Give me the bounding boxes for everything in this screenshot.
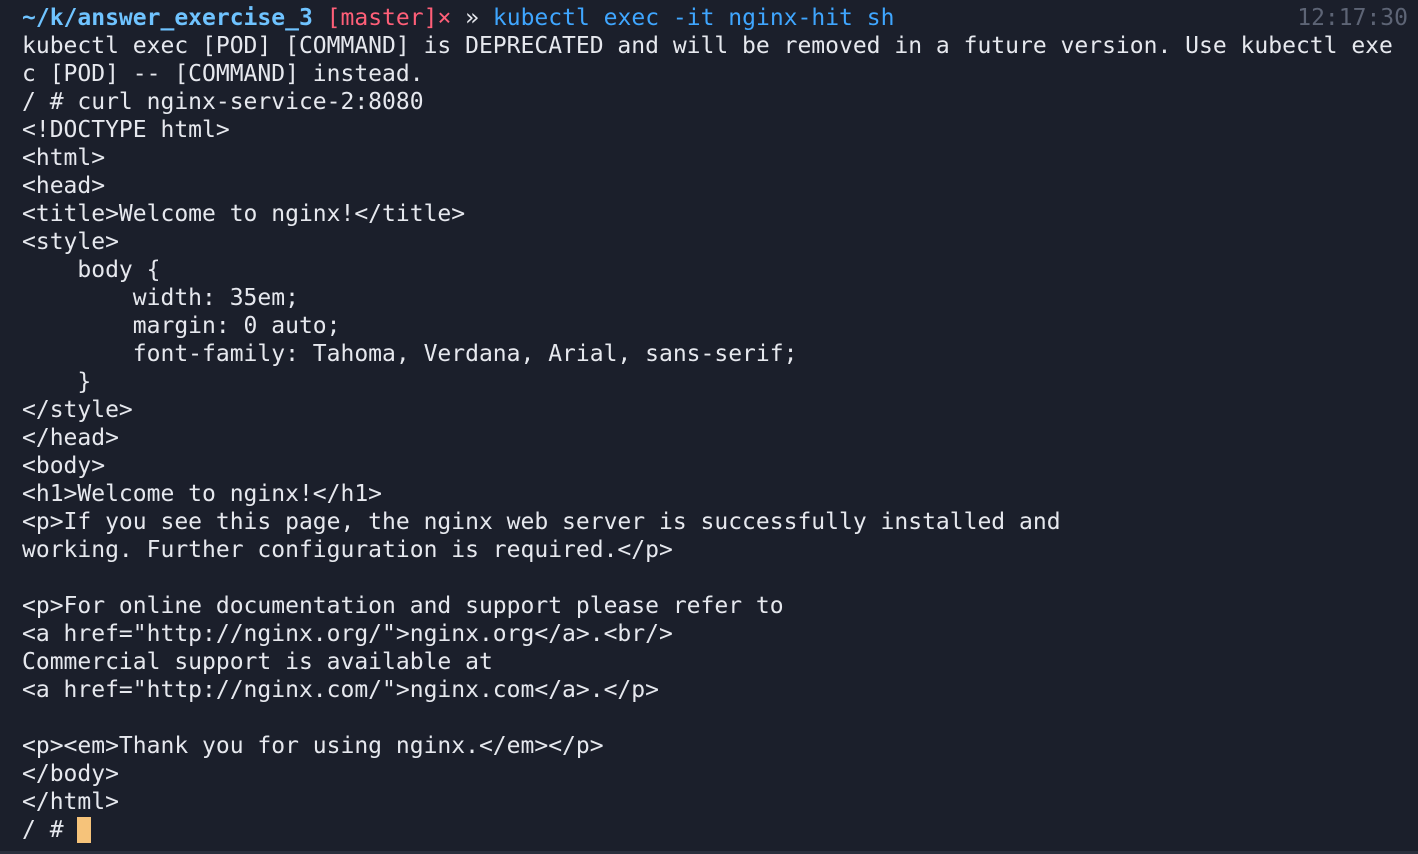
output-line: <h1>Welcome to nginx!</h1> xyxy=(22,481,383,507)
output-line: } xyxy=(22,369,92,395)
output-line: <title>Welcome to nginx!</title> xyxy=(22,201,466,227)
output-line: working. Further configuration is requir… xyxy=(22,537,673,563)
shell-input-line[interactable]: / # xyxy=(22,816,1418,844)
output-line: / # curl nginx-service-2:8080 xyxy=(22,89,424,115)
output-line: body { xyxy=(22,257,161,283)
output-line: </html> xyxy=(22,789,119,815)
output-line: <p><em>Thank you for using nginx.</em></… xyxy=(22,733,604,759)
output-line: <head> xyxy=(22,173,106,199)
prompt-command: kubectl exec -it nginx-hit sh xyxy=(492,5,895,31)
output-line: font-family: Tahoma, Verdana, Arial, san… xyxy=(22,341,798,367)
prompt-path: ~/k/answer_exercise_3 xyxy=(22,5,313,31)
output-line: <p>For online documentation and support … xyxy=(22,593,784,619)
output-line: <p>If you see this page, the nginx web s… xyxy=(22,509,1061,535)
output-line: c [POD] -- [COMMAND] instead. xyxy=(22,61,424,87)
output-line: kubectl exec [POD] [COMMAND] is DEPRECAT… xyxy=(22,33,1393,59)
text-cursor xyxy=(77,817,92,843)
prompt-dirty-mark: × xyxy=(437,5,452,31)
prompt-branch: [master] xyxy=(326,5,438,31)
output-line: <a href="http://nginx.com/">nginx.com</a… xyxy=(22,677,659,703)
output-line: </head> xyxy=(22,425,119,451)
prompt-separator: » xyxy=(465,5,480,31)
output-line: <!DOCTYPE html> xyxy=(22,117,230,143)
output-line: <html> xyxy=(22,145,106,171)
output-line: Commercial support is available at xyxy=(22,649,493,675)
output-line: <a href="http://nginx.org/">nginx.org</a… xyxy=(22,621,673,647)
output-line: margin: 0 auto; xyxy=(22,313,341,339)
output-line: width: 35em; xyxy=(22,285,299,311)
output-line: <body> xyxy=(22,453,106,479)
output-line: </body> xyxy=(22,761,119,787)
output-line: <style> xyxy=(22,229,119,255)
output-line: </style> xyxy=(22,397,133,423)
terminal-window[interactable]: 12:17:30 ~/k/answer_exercise_3 [master]×… xyxy=(0,0,1418,854)
command-prompt-line: ~/k/answer_exercise_3 [master]× » kubect… xyxy=(22,4,1418,32)
shell-prompt: / # xyxy=(22,817,78,843)
